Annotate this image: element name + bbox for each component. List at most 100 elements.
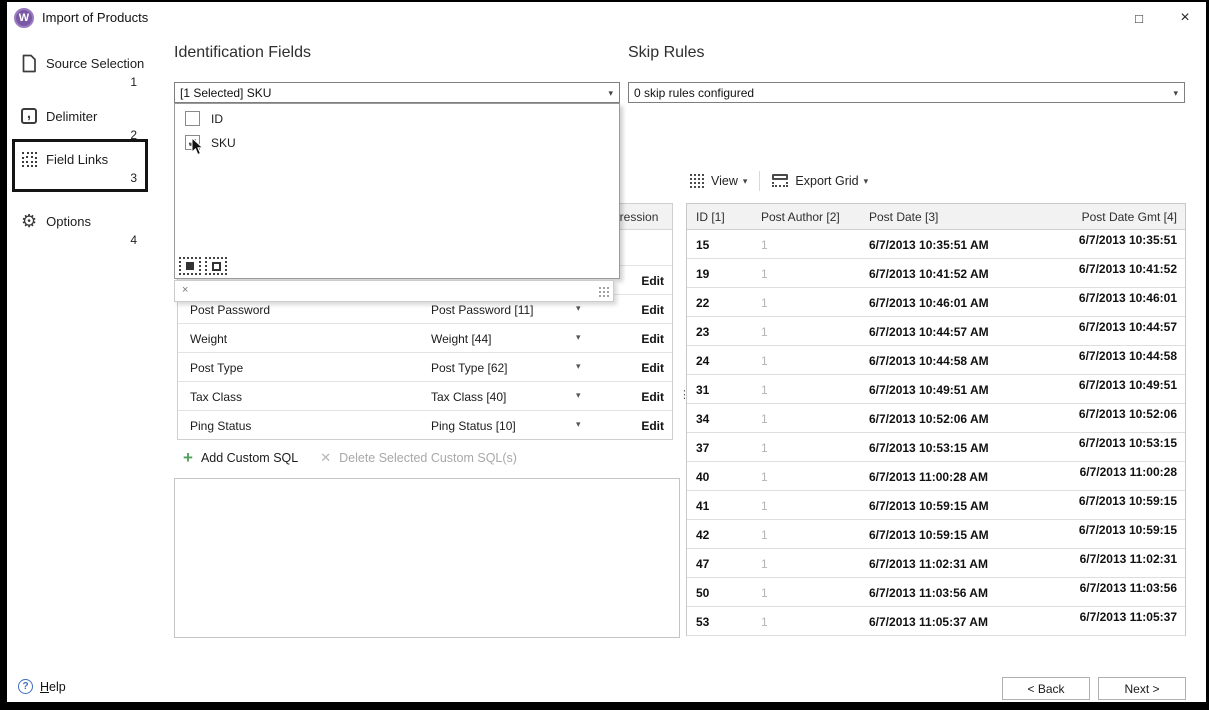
cell-id: 34 <box>687 404 757 432</box>
cell-post-date-gmt: 6/7/2013 10:52:06 <box>1077 404 1185 432</box>
table-row[interactable]: 3716/7/2013 10:53:15 AM6/7/2013 10:53:15 <box>687 433 1185 462</box>
title-bar: W Import of Products □ × <box>7 2 1206 35</box>
chevron-down-icon: ▾ <box>1173 88 1178 99</box>
next-button[interactable]: Next > <box>1098 677 1186 700</box>
sidebar-item-options[interactable]: ⚙ Options 4 <box>13 206 145 249</box>
cell-post-date: 6/7/2013 11:03:56 AM <box>862 578 1077 606</box>
help-link[interactable]: ? Help <box>18 679 66 694</box>
view-grid-icon <box>690 174 704 188</box>
cell-id: 42 <box>687 520 757 548</box>
cell-id: 24 <box>687 346 757 374</box>
mapping-row: WeightWeight [44]▾Edit <box>178 323 672 352</box>
table-row[interactable]: 3416/7/2013 10:52:06 AM6/7/2013 10:52:06 <box>687 404 1185 433</box>
column-header-post-date-gmt[interactable]: Post Date Gmt [4] <box>1077 204 1185 229</box>
export-grid-button[interactable]: Export Grid <box>795 174 858 188</box>
table-row[interactable]: 1516/7/2013 10:35:51 AM6/7/2013 10:35:51 <box>687 230 1185 259</box>
identification-dropdown-popup: ID ✔ SKU <box>174 103 620 279</box>
table-row[interactable]: 1916/7/2013 10:41:52 AM6/7/2013 10:41:52 <box>687 259 1185 288</box>
table-row[interactable]: 2216/7/2013 10:46:01 AM6/7/2013 10:46:01 <box>687 288 1185 317</box>
table-row[interactable]: 5316/7/2013 11:05:37 AM6/7/2013 11:05:37 <box>687 607 1185 636</box>
sidebar-item-delimiter[interactable]: , Delimiter 2 <box>13 101 145 144</box>
field-name-label: Ping Status <box>190 419 251 433</box>
deselect-all-icon[interactable] <box>205 257 227 275</box>
select-all-icon[interactable] <box>179 257 201 275</box>
step-label: Source Selection <box>46 56 144 71</box>
identification-fields-combobox[interactable]: [1 Selected] SKU ▾ <box>174 82 620 103</box>
export-grid-icon <box>772 174 788 188</box>
delete-custom-sql-button[interactable]: Delete Selected Custom SQL(s) <box>339 451 517 465</box>
view-button[interactable]: View <box>711 174 738 188</box>
cell-post-date: 6/7/2013 10:59:15 AM <box>862 520 1077 548</box>
cell-post-author: 1 <box>757 549 862 577</box>
help-question-icon: ? <box>18 679 33 694</box>
mapped-column-value[interactable]: Post Type [62] <box>431 361 508 375</box>
dropdown-caret-icon[interactable]: ▾ <box>576 332 581 343</box>
column-header-id[interactable]: ID [1] <box>687 204 757 229</box>
cell-post-date-gmt: 6/7/2013 10:53:15 <box>1077 433 1185 461</box>
table-row[interactable]: 4216/7/2013 10:59:15 AM6/7/2013 10:59:15 <box>687 520 1185 549</box>
popup-footer-toolbar <box>179 257 227 275</box>
cell-post-date: 6/7/2013 10:52:06 AM <box>862 404 1077 432</box>
field-name-label: Post Type <box>190 361 243 375</box>
dropdown-caret-icon[interactable]: ▾ <box>576 390 581 401</box>
table-row[interactable]: 4716/7/2013 11:02:31 AM6/7/2013 11:02:31 <box>687 549 1185 578</box>
cell-id: 47 <box>687 549 757 577</box>
cell-post-author: 1 <box>757 433 862 461</box>
cell-post-date: 6/7/2013 10:53:15 AM <box>862 433 1077 461</box>
cell-id: 37 <box>687 433 757 461</box>
edit-link[interactable]: Edit <box>641 390 664 404</box>
dropdown-option-sku[interactable]: ✔ SKU <box>175 133 619 152</box>
mapped-column-value[interactable]: Post Password [11] <box>431 303 534 317</box>
popup-resize-bar[interactable]: × <box>174 280 614 302</box>
edit-link[interactable]: Edit <box>641 332 664 346</box>
edit-link[interactable]: Edit <box>641 274 664 288</box>
field-name-label: Tax Class <box>190 390 242 404</box>
resize-grip-icon[interactable] <box>598 286 610 298</box>
cell-post-date-gmt: 6/7/2013 10:59:15 <box>1077 491 1185 519</box>
close-button[interactable]: × <box>1170 4 1200 32</box>
cell-post-date-gmt: 6/7/2013 11:03:56 <box>1077 578 1185 606</box>
step-label: Delimiter <box>46 109 97 124</box>
table-row[interactable]: 2316/7/2013 10:44:57 AM6/7/2013 10:44:57 <box>687 317 1185 346</box>
table-row[interactable]: 4016/7/2013 11:00:28 AM6/7/2013 11:00:28 <box>687 462 1185 491</box>
custom-sql-textarea[interactable] <box>174 478 680 638</box>
column-header-post-author[interactable]: Post Author [2] <box>757 204 862 229</box>
window-title: Import of Products <box>42 2 148 35</box>
cell-post-author: 1 <box>757 259 862 287</box>
cell-post-author: 1 <box>757 607 862 635</box>
table-row[interactable]: 5016/7/2013 11:03:56 AM6/7/2013 11:03:56 <box>687 578 1185 607</box>
gear-icon: ⚙ <box>21 212 37 230</box>
dropdown-caret-icon[interactable]: ▾ <box>576 361 581 372</box>
table-row[interactable]: 4116/7/2013 10:59:15 AM6/7/2013 10:59:15 <box>687 491 1185 520</box>
cell-id: 19 <box>687 259 757 287</box>
back-button[interactable]: < Back <box>1002 677 1090 700</box>
data-preview-grid: ID [1] Post Author [2] Post Date [3] Pos… <box>686 203 1186 636</box>
cell-post-author: 1 <box>757 346 862 374</box>
mapped-column-value[interactable]: Weight [44] <box>431 332 491 346</box>
maximize-button[interactable]: □ <box>1124 4 1154 32</box>
mapped-column-value[interactable]: Tax Class [40] <box>431 390 506 404</box>
panel-splitter-handle[interactable]: ⋮ <box>679 392 687 410</box>
edit-link[interactable]: Edit <box>641 419 664 433</box>
dropdown-option-id[interactable]: ID <box>175 109 619 128</box>
cell-id: 40 <box>687 462 757 490</box>
cell-post-author: 1 <box>757 230 862 258</box>
identification-fields-heading: Identification Fields <box>174 44 311 62</box>
mouse-cursor-icon <box>191 137 204 156</box>
cell-post-author: 1 <box>757 578 862 606</box>
table-row[interactable]: 3116/7/2013 10:49:51 AM6/7/2013 10:49:51 <box>687 375 1185 404</box>
column-header-post-date[interactable]: Post Date [3] <box>862 204 1077 229</box>
add-custom-sql-button[interactable]: Add Custom SQL <box>201 451 298 465</box>
edit-link[interactable]: Edit <box>641 361 664 375</box>
table-row[interactable]: 2416/7/2013 10:44:58 AM6/7/2013 10:44:58 <box>687 346 1185 375</box>
checkbox-unchecked[interactable] <box>185 111 200 126</box>
mapped-column-value[interactable]: Ping Status [10] <box>431 419 516 433</box>
dropdown-caret-icon[interactable]: ▾ <box>576 419 581 430</box>
skip-rules-combobox[interactable]: 0 skip rules configured ▾ <box>628 82 1185 103</box>
popup-close-icon[interactable]: × <box>182 284 188 296</box>
edit-link[interactable]: Edit <box>641 303 664 317</box>
sidebar-item-field-links[interactable]: Field Links 3 <box>12 139 148 192</box>
dropdown-caret-icon[interactable]: ▾ <box>576 303 581 314</box>
cell-post-date-gmt: 6/7/2013 10:41:52 <box>1077 259 1185 287</box>
sidebar-item-source-selection[interactable]: Source Selection 1 <box>13 48 145 91</box>
